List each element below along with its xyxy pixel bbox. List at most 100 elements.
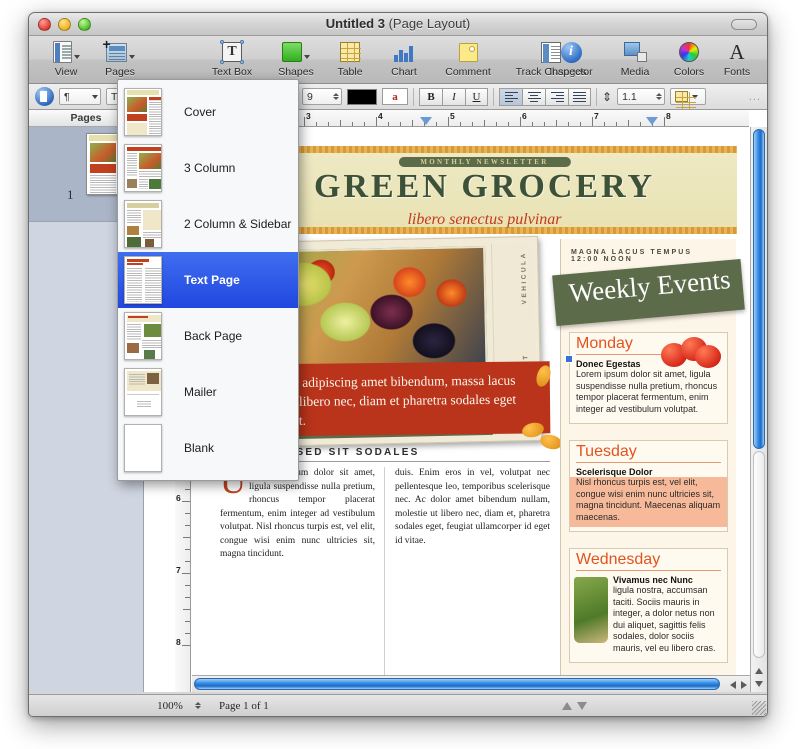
horizontal-scrollbar-thumb[interactable] (194, 678, 720, 690)
toolbar-label-text-box: Text Box (211, 66, 253, 78)
menu-thumbnail-2-column-sidebar (124, 200, 162, 248)
toolbar-label-pages: Pages (105, 66, 135, 78)
scroll-down-arrow-icon[interactable] (755, 681, 763, 687)
styles-drawer-icon[interactable] (35, 87, 54, 106)
italic-label: I (452, 90, 456, 103)
masthead-kicker: MONTHLY NEWSLETTER (398, 157, 571, 167)
body-columns[interactable]: U t lorem ipsum dolor sit amet, ligula s… (220, 463, 550, 675)
menu-label-mailer: Mailer (184, 385, 217, 399)
title-bar[interactable]: Untitled 3 (Page Layout) (29, 13, 767, 36)
toolbar-button-pages[interactable]: + Pages (93, 37, 147, 79)
align-center-button[interactable] (522, 87, 545, 106)
masthead-title: GREEN GROCERY (314, 168, 655, 205)
asparagus-image (574, 577, 608, 643)
selection-handle[interactable] (565, 355, 573, 363)
toolbar-button-media[interactable]: Media (608, 39, 662, 78)
toolbar-button-colors[interactable]: Colors (662, 39, 716, 78)
event-block-tuesday[interactable]: Tuesday Scelerisque Dolor Nisl rhoncus t… (569, 440, 728, 532)
horizontal-scrollbar[interactable] (192, 675, 750, 692)
indent-marker-right[interactable] (646, 117, 658, 125)
toolbar-button-view[interactable]: View (39, 39, 93, 78)
toolbar-button-fonts[interactable]: A Fonts (716, 39, 758, 78)
underline-button[interactable]: U (465, 87, 488, 106)
menu-label-3-column: 3 Column (184, 161, 236, 175)
indent-marker-left[interactable] (420, 117, 432, 125)
body-text-2: duis. Enim eros in vel, volutpat nec pel… (395, 468, 550, 546)
toolbar-label-inspector: Inspector (549, 66, 593, 78)
align-left-button[interactable] (499, 87, 522, 106)
bold-button[interactable]: B (419, 87, 442, 106)
text-color-swatch[interactable] (347, 88, 377, 105)
pages-dropdown-menu[interactable]: Cover 3 Column 2 Column & Sidebar Text P… (117, 79, 299, 481)
menu-thumbnail-3-column (124, 144, 162, 192)
toolbar-overflow-indicator[interactable]: ... (749, 91, 761, 103)
events-banner-text: Weekly Events (567, 265, 732, 309)
divider (596, 87, 597, 106)
event-block-monday[interactable]: Monday Donec Egestas Lorem ipsum dolor s… (565, 332, 728, 424)
toolbar-left-group: View + Pages T Text Box Shapes Table Cha… (39, 37, 597, 79)
paragraph-style-select[interactable]: ¶ (59, 88, 101, 105)
menu-label-text-page: Text Page (184, 273, 240, 287)
colors-icon (679, 42, 699, 62)
vertical-scrollbar-trough[interactable] (753, 451, 765, 658)
font-size-select[interactable]: 9 (302, 88, 342, 105)
plus-icon: + (102, 35, 111, 52)
window-resize-grip[interactable] (752, 701, 766, 715)
align-left-icon (504, 92, 518, 103)
events-banner: Weekly Events (552, 258, 745, 327)
next-page-icon[interactable] (577, 701, 587, 710)
menu-item-3-column[interactable]: 3 Column (118, 140, 298, 196)
chevron-down-icon (128, 54, 135, 59)
align-center-icon (527, 92, 541, 103)
event-block-wednesday[interactable]: Wednesday Vivamus nec Nunc ligula nostra… (569, 548, 728, 663)
menu-item-back-page[interactable]: Back Page (118, 308, 298, 364)
toolbar-label-shapes: Shapes (278, 66, 314, 78)
toolbar-toggle-button[interactable] (731, 19, 757, 30)
application-window: Untitled 3 (Page Layout) View + Pages T … (28, 12, 768, 717)
pages-icon: + (103, 37, 127, 62)
scroll-up-arrow-icon[interactable] (755, 668, 763, 674)
align-right-button[interactable] (545, 87, 568, 106)
toolbar-button-inspector[interactable]: i Inspector (534, 39, 608, 78)
menu-item-text-page[interactable]: Text Page (118, 252, 298, 308)
shapes-icon (282, 42, 302, 62)
columns-select[interactable] (670, 88, 707, 112)
view-icon (52, 41, 72, 63)
menu-item-cover[interactable]: Cover (118, 84, 298, 140)
italic-button[interactable]: I (442, 87, 465, 106)
fonts-icon: A (729, 39, 745, 64)
toolbar-label-media: Media (620, 66, 650, 78)
line-spacing-select[interactable]: 1.1 (617, 88, 666, 105)
vertical-scrollbar-thumb[interactable] (753, 129, 765, 449)
zoom-level[interactable]: 100% (144, 700, 196, 712)
comment-icon (458, 42, 478, 62)
events-sidebar[interactable]: MAGNA LACUS TEMPUS 12:00 NOON Weekly Eve… (552, 239, 745, 675)
status-bar: 100% Page 1 of 1 (29, 694, 767, 716)
menu-item-mailer[interactable]: Mailer (118, 364, 298, 420)
main-toolbar: View + Pages T Text Box Shapes Table Cha… (29, 36, 767, 84)
line-spacing-value: 1.1 (622, 90, 637, 103)
font-size-value: 9 (307, 90, 313, 103)
toolbar-button-text-box[interactable]: T Text Box (195, 39, 269, 78)
character-color-button[interactable]: a (382, 88, 408, 105)
previous-page-icon[interactable] (562, 701, 572, 710)
toolbar-button-table[interactable]: Table (323, 39, 377, 78)
toolbar-button-shapes[interactable]: Shapes (269, 39, 323, 78)
menu-thumbnail-back-page (124, 312, 162, 360)
columns-icon (675, 91, 697, 112)
event-day-tuesday: Tuesday (576, 443, 637, 460)
event-text-tuesday: Nisl rhoncus turpis est, vel elit, congu… (570, 477, 727, 527)
menu-thumbnail-text-page (124, 256, 162, 304)
menu-label-2-column-sidebar: 2 Column & Sidebar (184, 217, 292, 231)
inspector-icon: i (560, 41, 582, 63)
toolbar-button-chart[interactable]: Chart (377, 39, 431, 78)
scroll-right-arrow-icon[interactable] (741, 681, 747, 689)
align-justify-button[interactable] (568, 87, 591, 106)
toolbar-button-comment[interactable]: Comment (431, 39, 505, 78)
window-title-mode: (Page Layout) (388, 16, 471, 31)
masthead[interactable]: MONTHLY NEWSLETTER GREEN GROCERY libero … (232, 146, 737, 234)
menu-item-blank[interactable]: Blank (118, 420, 298, 476)
scroll-left-arrow-icon[interactable] (730, 681, 736, 689)
vertical-scrollbar[interactable] (750, 127, 767, 692)
menu-item-2-column-sidebar[interactable]: 2 Column & Sidebar (118, 196, 298, 252)
